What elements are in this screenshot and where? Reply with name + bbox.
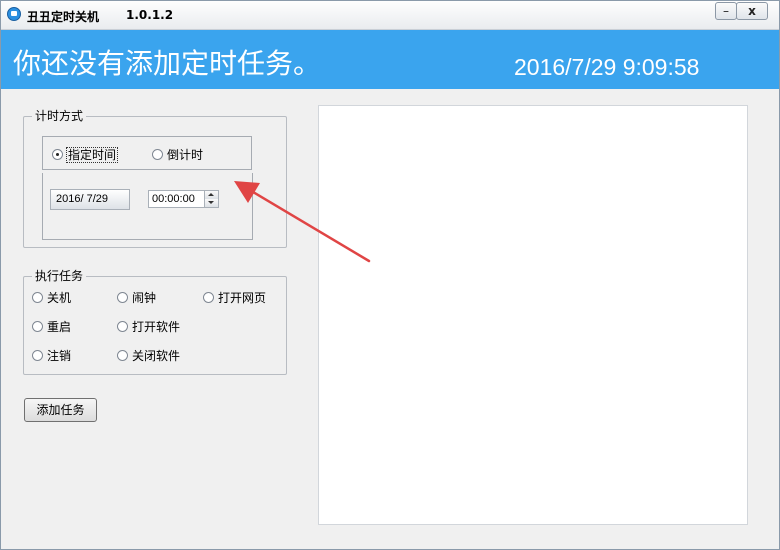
radio-countdown-dot[interactable] [152, 149, 163, 160]
radio-logoff-label: 注销 [47, 349, 72, 363]
radio-open-webpage[interactable]: 打开网页 [203, 291, 266, 305]
timing-mode-legend: 计时方式 [32, 109, 87, 124]
radio-shutdown[interactable]: 关机 [32, 291, 71, 305]
minimize-button[interactable]: – [715, 2, 737, 20]
time-input[interactable]: 00:00:00 [148, 190, 208, 208]
version-label: 1.0.1.2 [126, 8, 174, 22]
status-message: 你还没有添加定时任务。 [13, 47, 322, 80]
radio-specified-time-dot[interactable] [52, 149, 63, 160]
close-button[interactable]: x [736, 2, 768, 20]
radio-logoff[interactable]: 注销 [32, 349, 71, 363]
radio-alarm-dot[interactable] [117, 292, 128, 303]
radio-countdown-label: 倒计时 [167, 148, 204, 162]
radio-shutdown-label: 关机 [47, 291, 72, 305]
add-task-button[interactable]: 添加任务 [24, 398, 97, 422]
radio-alarm-label: 闹钟 [132, 291, 157, 305]
radio-open-software-label: 打开软件 [132, 320, 181, 334]
date-picker[interactable]: 2016/ 7/29 [50, 189, 130, 210]
annotation-arrow-icon [234, 181, 371, 263]
radio-specified-time-label: 指定时间 [65, 147, 119, 163]
radio-specified-time[interactable]: 指定时间 [52, 147, 119, 163]
radio-close-software-dot[interactable] [117, 350, 128, 361]
radio-open-webpage-label: 打开网页 [218, 291, 267, 305]
current-datetime: 2016/7/29 9:09:58 [514, 54, 700, 80]
execute-task-legend: 执行任务 [32, 269, 87, 284]
status-banner: 你还没有添加定时任务。 2016/7/29 9:09:58 [1, 30, 779, 89]
radio-alarm[interactable]: 闹钟 [117, 291, 156, 305]
title-bar[interactable]: 丑丑定时关机 1.0.1.2 – x [1, 1, 779, 30]
time-spinner[interactable] [204, 190, 219, 208]
window-title: 丑丑定时关机 [27, 10, 100, 24]
radio-close-software-label: 关闭软件 [132, 349, 181, 363]
app-window: 丑丑定时关机 1.0.1.2 – x 你还没有添加定时任务。 2016/7/29… [0, 0, 780, 550]
spin-down-icon[interactable] [205, 199, 218, 207]
radio-shutdown-dot[interactable] [32, 292, 43, 303]
radio-restart[interactable]: 重启 [32, 320, 71, 334]
radio-restart-dot[interactable] [32, 321, 43, 332]
task-list-panel[interactable] [318, 105, 748, 525]
radio-close-software[interactable]: 关闭软件 [117, 349, 180, 363]
app-logo-icon [7, 7, 21, 21]
radio-open-software-dot[interactable] [117, 321, 128, 332]
radio-open-software[interactable]: 打开软件 [117, 320, 180, 334]
radio-open-webpage-dot[interactable] [203, 292, 214, 303]
radio-restart-label: 重启 [47, 320, 72, 334]
radio-logoff-dot[interactable] [32, 350, 43, 361]
radio-countdown[interactable]: 倒计时 [152, 148, 203, 162]
